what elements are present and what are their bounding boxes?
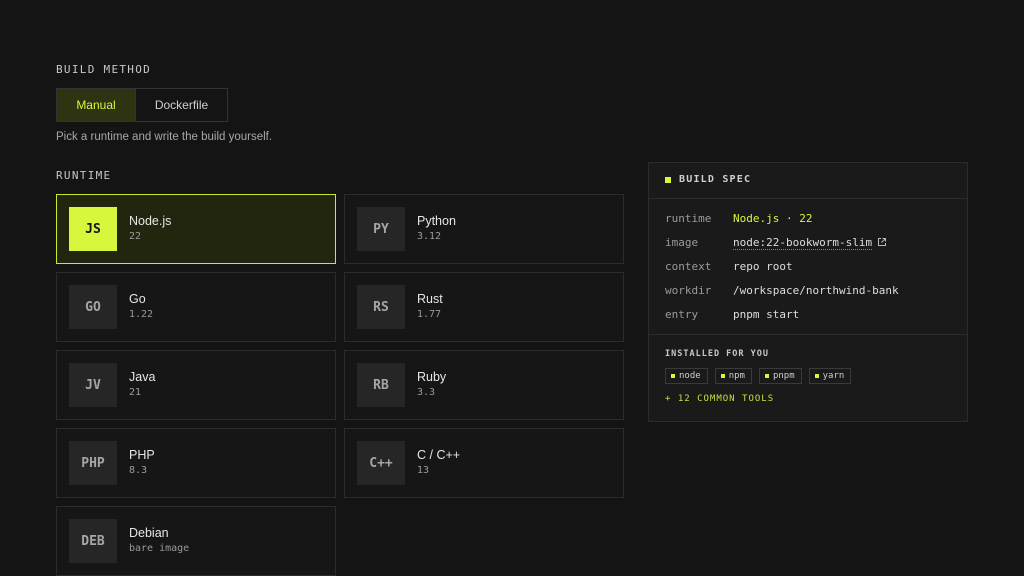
runtime-card-rust[interactable]: RS Rust 1.77 [344, 272, 624, 342]
ruby-badge-icon: RB [357, 363, 405, 407]
installed-tools-list: node npm pnpm yarn [665, 368, 852, 384]
build-method-hint: Pick a runtime and write the build yours… [56, 131, 273, 143]
runtime-version: bare image [129, 543, 190, 554]
debian-badge-icon: DEB [69, 519, 117, 563]
nodejs-badge-icon: JS [69, 207, 117, 251]
tool-chip-yarn: yarn [808, 368, 852, 384]
runtime-version: 13 [417, 465, 430, 476]
java-badge-icon: JV [69, 363, 117, 407]
runtime-card-php[interactable]: PHP PHP 8.3 [56, 428, 336, 498]
square-bullet-icon [764, 374, 769, 378]
runtime-card-ruby[interactable]: RB Ruby 3.3 [344, 350, 624, 420]
runtime-version: 21 [129, 387, 142, 398]
python-badge-icon: PY [357, 207, 405, 251]
runtime-version: 3.3 [417, 387, 436, 398]
cpp-badge-icon: C++ [357, 441, 405, 485]
runtime-name: Ruby [417, 370, 447, 384]
tool-chip-pnpm: pnpm [758, 368, 802, 384]
runtime-card-cpp[interactable]: C++ C / C++ 13 [344, 428, 624, 498]
runtime-name: Debian [129, 526, 169, 540]
tool-name: npm [728, 371, 745, 381]
spec-key: workdir [665, 284, 712, 297]
spec-value: node:22-bookworm-slim [733, 236, 887, 250]
tool-name: yarn [822, 371, 845, 381]
runtime-card-nodejs[interactable]: JS Node.js 22 [56, 194, 336, 264]
tool-chip-npm: npm [714, 368, 752, 384]
runtime-version: 22 [129, 231, 142, 242]
external-link-icon[interactable] [877, 237, 887, 247]
build-method-toggle: Manual Dockerfile [56, 88, 228, 122]
runtime-card-go[interactable]: GO Go 1.22 [56, 272, 336, 342]
spec-key: context [665, 260, 712, 273]
square-bullet-icon [814, 374, 819, 378]
spec-value: /workspace/northwind-bank [733, 284, 899, 297]
more-tools-link[interactable]: + 12 COMMON TOOLS [665, 394, 774, 404]
runtime-version: 1.22 [129, 309, 154, 320]
runtime-card-java[interactable]: JV Java 21 [56, 350, 336, 420]
spec-key: entry [665, 308, 699, 321]
go-badge-icon: GO [69, 285, 117, 329]
spec-value: pnpm start [733, 308, 800, 321]
php-badge-icon: PHP [69, 441, 117, 485]
dockerfile-option-button[interactable]: Dockerfile [135, 89, 227, 121]
build-spec-header: BUILD SPEC [649, 163, 967, 199]
build-spec-title: BUILD SPEC [679, 174, 752, 185]
runtime-version: 8.3 [129, 465, 148, 476]
runtime-name: C / C++ [417, 448, 461, 462]
runtime-name: Node.js [129, 214, 172, 228]
runtime-name: Go [129, 292, 146, 306]
tool-chip-node: node [665, 368, 708, 384]
spec-key: image [665, 236, 699, 249]
manual-option-button[interactable]: Manual [57, 89, 135, 121]
runtime-card-debian[interactable]: DEB Debian bare image [56, 506, 336, 576]
runtime-card-python[interactable]: PY Python 3.12 [344, 194, 624, 264]
square-bullet-icon [720, 374, 725, 378]
square-bullet-icon [665, 177, 671, 183]
spec-value: Node.js · 22 [733, 212, 813, 225]
build-spec-panel: BUILD SPEC runtime Node.js · 22 image no… [648, 162, 968, 422]
square-bullet-icon [671, 374, 675, 378]
runtime-name: Java [129, 370, 156, 384]
runtime-version: 3.12 [417, 231, 442, 242]
spec-key: runtime [665, 212, 712, 225]
installed-for-you-heading: INSTALLED FOR YOU [665, 349, 769, 359]
spec-value: repo root [733, 260, 793, 273]
runtime-heading: RUNTIME [56, 169, 112, 182]
tool-name: pnpm [772, 371, 795, 381]
tool-name: node [679, 371, 701, 381]
rust-badge-icon: RS [357, 285, 405, 329]
runtime-name: PHP [129, 448, 155, 462]
runtime-version: 1.77 [417, 309, 442, 320]
build-method-heading: BUILD METHOD [56, 63, 152, 76]
image-link[interactable]: node:22-bookworm-slim [733, 236, 873, 250]
runtime-name: Rust [417, 292, 443, 306]
spec-divider [649, 334, 967, 335]
runtime-name: Python [417, 214, 456, 228]
